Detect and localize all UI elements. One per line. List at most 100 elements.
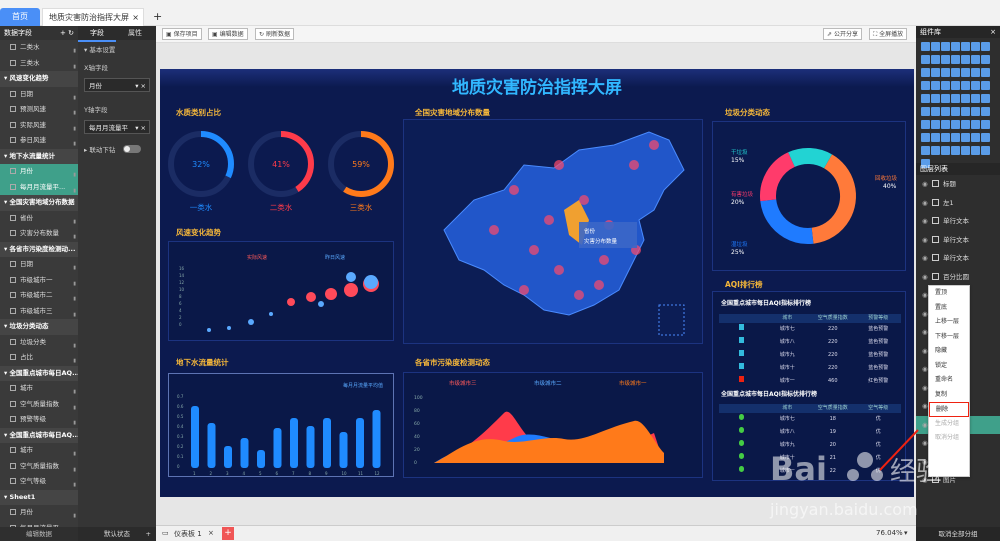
close-icon[interactable]: ×: [990, 26, 996, 38]
field-item[interactable]: 日期 ▮: [0, 257, 78, 273]
x-axis-field[interactable]: 月份 ▾ ×: [84, 78, 150, 92]
field-item[interactable]: 垃圾分类 ▮: [0, 335, 78, 351]
field-item[interactable]: 参日风速 ▮: [0, 133, 78, 149]
add-icon[interactable]: +: [146, 527, 151, 541]
dropdown-close-icon[interactable]: ▾ ×: [135, 79, 146, 93]
chart-component-icon[interactable]: [940, 107, 950, 116]
edit-data-button[interactable]: 编辑数据: [0, 527, 78, 541]
chart-component-icon[interactable]: [930, 107, 940, 116]
checkbox-icon[interactable]: [10, 292, 16, 298]
chart-component-icon[interactable]: [920, 81, 930, 90]
field-item[interactable]: 每月月流量平... ▮: [0, 179, 78, 195]
tab-home[interactable]: 首页: [0, 8, 40, 26]
chart-component-icon[interactable]: [920, 42, 930, 51]
chart-component-icon[interactable]: [940, 133, 950, 142]
sheet-tab[interactable]: 仪表板 1: [174, 529, 202, 539]
chart-component-icon[interactable]: [930, 55, 940, 64]
y-axis-field[interactable]: 每月月流量平 ▾ ×: [84, 120, 150, 134]
menu-item[interactable]: 置顶: [929, 286, 969, 301]
checkbox-icon[interactable]: [10, 90, 16, 97]
edit-data-button[interactable]: ▣ 编辑数据: [208, 28, 248, 40]
public-share-button[interactable]: ⇗ 公开分享: [823, 28, 862, 40]
menu-item[interactable]: 隐藏: [929, 344, 969, 359]
checkbox-icon[interactable]: [10, 478, 16, 484]
field-group[interactable]: ▾ 垃圾分类动态: [0, 319, 78, 335]
chart-component-icon[interactable]: [930, 42, 940, 51]
chart-component-icon[interactable]: [960, 94, 970, 103]
field-item[interactable]: 空气等级 ▮: [0, 474, 78, 490]
chart-component-icon[interactable]: [930, 81, 940, 90]
checkbox-icon[interactable]: [10, 137, 16, 143]
chart-component-icon[interactable]: [970, 120, 980, 129]
chart-component-icon[interactable]: [930, 120, 940, 129]
add-sheet-button[interactable]: +: [222, 527, 234, 540]
chart-component-icon[interactable]: [960, 81, 970, 90]
chart-component-icon[interactable]: [950, 120, 960, 129]
chart-component-icon[interactable]: [980, 68, 990, 77]
menu-item[interactable]: 删除: [929, 402, 969, 417]
chart-component-icon[interactable]: [970, 107, 980, 116]
chart-component-icon[interactable]: [980, 120, 990, 129]
chart-component-icon[interactable]: [980, 94, 990, 103]
field-item[interactable]: 占比 ▮: [0, 350, 78, 366]
checkbox-icon[interactable]: [10, 59, 16, 66]
checkbox-icon[interactable]: [10, 416, 16, 422]
field-item[interactable]: 灾害分布数量 ▮: [0, 226, 78, 242]
chart-component-icon[interactable]: [980, 42, 990, 51]
checkbox-icon[interactable]: [10, 447, 16, 453]
field-group[interactable]: ▾ 风速变化趋势: [0, 71, 78, 87]
chart-component-icon[interactable]: [920, 68, 930, 77]
chart-component-icon[interactable]: [950, 55, 960, 64]
chart-component-icon[interactable]: [920, 94, 930, 103]
checkbox-icon[interactable]: [10, 509, 16, 515]
checkbox-icon[interactable]: [10, 214, 16, 221]
chart-component-icon[interactable]: [950, 107, 960, 116]
checkbox-icon[interactable]: [10, 183, 16, 190]
field-item[interactable]: 城市 ▮: [0, 443, 78, 459]
chart-component-icon[interactable]: [940, 81, 950, 90]
layer-item[interactable]: ◉ 标题: [916, 175, 1000, 194]
checkbox-icon[interactable]: [10, 261, 16, 267]
chart-component-icon[interactable]: [920, 146, 930, 155]
field-group[interactable]: ▾ 各省市污染度检测动...: [0, 241, 78, 257]
layer-item[interactable]: ◉ 单行文本: [916, 212, 1000, 231]
close-icon[interactable]: ×: [208, 529, 214, 537]
checkbox-icon[interactable]: [10, 307, 16, 314]
chart-component-icon[interactable]: [960, 107, 970, 116]
layer-item[interactable]: ◉ 百分比圆: [916, 268, 1000, 287]
chart-component-icon[interactable]: [960, 120, 970, 129]
field-item[interactable]: 城市 ▮: [0, 381, 78, 397]
field-item[interactable]: 日期 ▮: [0, 87, 78, 103]
add-tab-button[interactable]: +: [147, 8, 168, 26]
field-group[interactable]: ▾ 全国灾害地域分布数据: [0, 195, 78, 211]
eye-icon[interactable]: ◉: [922, 268, 928, 287]
chart-component-icon[interactable]: [930, 68, 940, 77]
refresh-data-button[interactable]: ↻ 刷新数据: [255, 28, 294, 40]
checkbox-icon[interactable]: [10, 354, 16, 360]
checkbox-icon[interactable]: [10, 106, 16, 112]
checkbox-icon[interactable]: [10, 276, 16, 283]
checkbox-icon[interactable]: [10, 462, 16, 469]
chart-component-icon[interactable]: [920, 107, 930, 116]
chart-component-icon[interactable]: [960, 68, 970, 77]
field-item[interactable]: 市级城市三 ▮: [0, 304, 78, 320]
checkbox-icon[interactable]: [10, 168, 16, 174]
chart-component-icon[interactable]: [940, 55, 950, 64]
chart-component-icon[interactable]: [970, 146, 980, 155]
chart-component-icon[interactable]: [950, 68, 960, 77]
layer-item[interactable]: ◉ 单行文本: [916, 249, 1000, 268]
field-item[interactable]: 空气质量指数 ▮: [0, 459, 78, 475]
chart-component-icon[interactable]: [960, 133, 970, 142]
field-group[interactable]: ▾ Sheet1: [0, 489, 78, 505]
chart-component-icon[interactable]: [950, 133, 960, 142]
checkbox-icon[interactable]: [10, 121, 16, 128]
save-project-button[interactable]: ▣ 保存项目: [162, 28, 202, 40]
chart-component-icon[interactable]: [930, 146, 940, 155]
chart-component-icon[interactable]: [940, 42, 950, 51]
eye-icon[interactable]: ◉: [922, 231, 928, 250]
tab-properties[interactable]: 属性: [116, 26, 154, 40]
chart-component-icon[interactable]: [930, 133, 940, 142]
chart-component-icon[interactable]: [980, 146, 990, 155]
chart-component-icon[interactable]: [960, 55, 970, 64]
eye-icon[interactable]: ◉: [922, 212, 928, 231]
